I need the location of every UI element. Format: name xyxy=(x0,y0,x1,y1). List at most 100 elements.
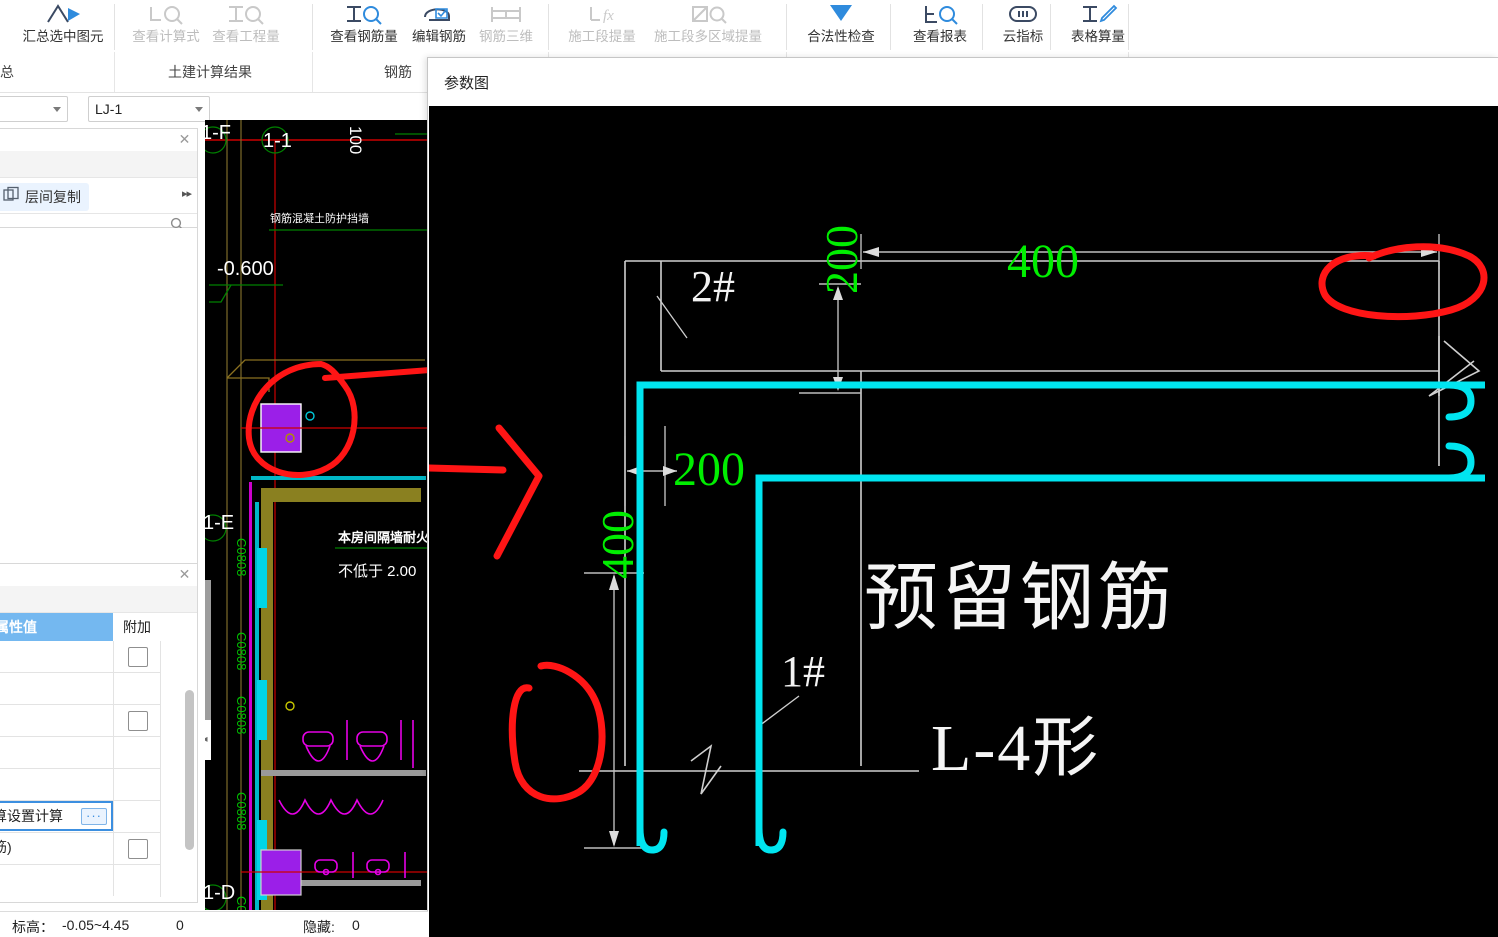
ribbon-button-label: 云指标 xyxy=(1002,29,1044,44)
close-icon[interactable]: ✕ xyxy=(178,132,191,146)
diagram-canvas[interactable]: 2# 1# 400 200 200 400 预留钢筋 L-4形 xyxy=(429,106,1498,937)
table-row[interactable] xyxy=(0,673,161,705)
property-panel: ✕ 属性值 附加 ) 算设置计算 ··· 筋) xyxy=(0,563,198,903)
dimension-200-horizontal: 200 xyxy=(673,443,745,496)
ribbon-button-view-quantity[interactable]: 查看工程量 xyxy=(200,0,292,45)
attach-checkbox[interactable] xyxy=(128,710,148,731)
ribbon-button-label: 查看计算式 xyxy=(132,29,200,44)
ribbon-button-section-multi-area-quantity[interactable]: 施工段多区域提量 xyxy=(640,0,776,45)
ribbon-separator xyxy=(982,4,983,50)
validity-check-icon xyxy=(824,2,858,28)
ribbon-button-section-quantity[interactable]: fx 施工段提量 xyxy=(554,0,650,45)
ribbon-separator xyxy=(548,4,549,50)
ribbon-button-cloud-metrics[interactable]: 云指标 xyxy=(988,0,1058,45)
elevation-value: -0.05~4.45 xyxy=(62,917,130,933)
attach-cell[interactable] xyxy=(113,769,162,800)
copy-between-floors-button[interactable]: 层间复制 xyxy=(0,183,89,211)
rebar-label-1: 1# xyxy=(781,647,825,696)
group-separator xyxy=(114,52,115,92)
table-row[interactable] xyxy=(0,865,161,897)
rebar-type-combo[interactable]: 加筋 xyxy=(0,96,68,122)
ribbon-separator xyxy=(786,4,787,50)
ribbon-button-label: 钢筋三维 xyxy=(479,29,533,44)
table-row[interactable]: ) xyxy=(0,641,161,673)
hidden-label: 隐藏: xyxy=(303,919,335,935)
ribbon-button-label: 汇总选中图元 xyxy=(22,29,104,44)
attach-cell[interactable] xyxy=(113,865,162,896)
ribbon-toolbar: 汇总选中图元 查看计算式 查看工程量 查看钢筋量 编辑钢筋 钢筋三维 fx 施工… xyxy=(0,0,1498,54)
ribbon-button-view-formula[interactable]: 查看计算式 xyxy=(120,0,212,45)
group-separator xyxy=(312,52,313,92)
attach-cell[interactable] xyxy=(113,705,162,736)
panel-titlebar: ✕ xyxy=(0,564,197,586)
property-grid-header-attach: 附加 xyxy=(113,613,161,641)
panel-subheader xyxy=(0,151,197,178)
property-value-editor[interactable]: 算设置计算 ··· xyxy=(0,801,113,831)
ribbon-button-label: 查看工程量 xyxy=(212,29,280,44)
ribbon-button-label: 编辑钢筋 xyxy=(412,29,466,44)
cad-left-scrollbar[interactable] xyxy=(205,580,211,720)
cad-drawing-view[interactable]: 1-F 1-1 100 钢筋混凝土防护挡墙 -0.600 1-E 本房间隔墙耐火… xyxy=(205,120,430,910)
member-name-combo[interactable]: LJ-1 xyxy=(88,96,210,122)
ribbon-button-rebar-3d[interactable]: 钢筋三维 xyxy=(467,0,545,45)
ribbon-button-summary-select[interactable]: 汇总选中图元 xyxy=(8,0,118,45)
attach-cell[interactable] xyxy=(113,673,162,704)
dimension-200-vertical: 200 xyxy=(816,225,867,294)
ribbon-button-label: 查看钢筋量 xyxy=(330,29,398,44)
summary-select-icon xyxy=(44,2,82,28)
ribbon-button-view-rebar-quantity[interactable]: 查看钢筋量 xyxy=(318,0,410,45)
close-icon[interactable]: ✕ xyxy=(178,567,191,581)
table-calc-icon xyxy=(1078,2,1118,28)
section-quantity-icon: fx xyxy=(582,2,622,28)
ribbon-button-view-report[interactable]: 查看报表 xyxy=(898,0,982,45)
dimension-400-top: 400 xyxy=(1007,235,1079,288)
diagram-shape-name: 预留钢筋 xyxy=(864,558,1176,640)
floor-tree-area xyxy=(0,228,198,568)
view-rebar-quantity-icon xyxy=(344,2,384,28)
property-value: 筋) xyxy=(0,839,12,855)
table-row-selected[interactable]: 算设置计算 ··· xyxy=(0,801,161,833)
attach-checkbox[interactable] xyxy=(128,838,148,859)
group-caption-rebar: 钢筋 xyxy=(384,64,412,80)
double-chevron-right-icon[interactable]: ▸▸ xyxy=(182,187,192,200)
ribbon-button-label: 施工段多区域提量 xyxy=(654,29,762,44)
group-caption-civil-result: 土建计算结果 xyxy=(168,64,252,80)
status-bar: 标高： -0.05~4.45 0 隐藏: 0 xyxy=(0,911,428,937)
chevron-down-icon xyxy=(195,106,203,112)
table-row[interactable] xyxy=(0,705,161,737)
view-formula-icon xyxy=(146,2,186,28)
chevron-down-icon xyxy=(53,106,61,112)
svg-text:fx: fx xyxy=(603,8,614,24)
ribbon-separator xyxy=(312,4,313,50)
ellipsis-button[interactable]: ··· xyxy=(81,807,107,825)
ribbon-separator xyxy=(1128,4,1129,50)
rebar-diagram xyxy=(429,106,1498,937)
count-value: 0 xyxy=(176,917,184,933)
ribbon-separator xyxy=(114,4,115,50)
cad-panel-collapse-arrow-icon[interactable]: ◂ xyxy=(205,720,211,760)
selector-row: 加筋 LJ-1 xyxy=(0,96,218,126)
property-grid-scrollbar[interactable] xyxy=(185,690,194,850)
attach-cell[interactable] xyxy=(113,801,162,832)
view-report-icon xyxy=(920,2,960,28)
column-header-label: 附加 xyxy=(123,619,151,635)
table-row[interactable] xyxy=(0,769,161,801)
elevation-label: 标高： xyxy=(12,919,54,935)
copy-between-floors-label: 层间复制 xyxy=(25,189,81,205)
red-annotation-circle-cad xyxy=(245,360,430,478)
dimension-400-left: 400 xyxy=(592,510,643,579)
table-row[interactable] xyxy=(0,737,161,769)
section-multi-area-quantity-icon xyxy=(688,2,728,28)
ribbon-separator xyxy=(890,4,891,50)
table-row[interactable]: 筋) xyxy=(0,833,161,865)
column-header-label: 属性值 xyxy=(0,619,37,635)
cloud-metrics-icon xyxy=(1005,2,1041,28)
attach-cell[interactable] xyxy=(113,737,162,768)
ribbon-button-label: 施工段提量 xyxy=(568,29,636,44)
ribbon-button-validity-check[interactable]: 合法性检查 xyxy=(792,0,890,45)
attach-checkbox[interactable] xyxy=(128,646,148,667)
property-grid-header-value: 属性值 xyxy=(0,613,113,641)
attach-cell[interactable] xyxy=(113,641,162,672)
attach-cell[interactable] xyxy=(113,833,162,864)
view-quantity-icon xyxy=(226,2,266,28)
